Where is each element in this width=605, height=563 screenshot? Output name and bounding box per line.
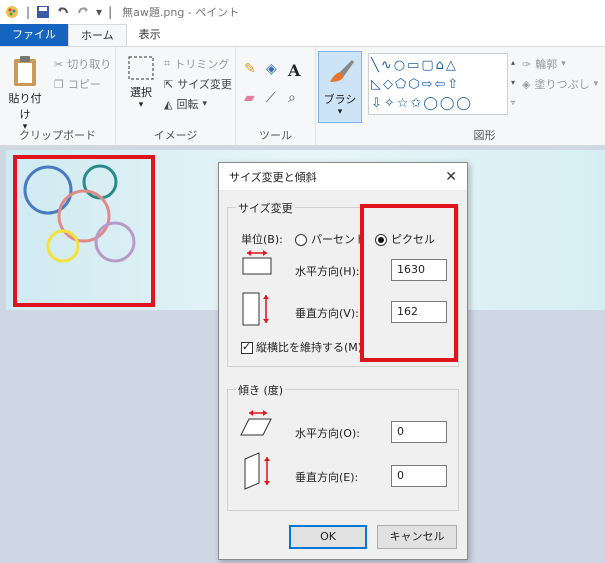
- tab-file[interactable]: ファイル: [0, 24, 68, 46]
- pencil-icon[interactable]: ✎: [244, 61, 266, 80]
- keep-aspect-label: 縦横比を維持する(M): [256, 341, 363, 354]
- clipboard-icon: [14, 56, 36, 86]
- shapes-row-1[interactable]: ╲∿○▭▢⌂△: [371, 56, 505, 75]
- ok-button[interactable]: OK: [289, 525, 367, 549]
- shapes-group: ╲∿○▭▢⌂△ ◺◇⬠⬡⇨⇦⇧ ⇩✧☆✩◯◯◯ ▴ ▾ ▿ ✑ 輪郭 ▾ ◈ 塗りつぶし ▾…: [364, 47, 605, 147]
- resize-button[interactable]: ⇱ サイズ変更: [164, 75, 232, 93]
- magnifier-icon[interactable]: ⌕: [288, 90, 310, 106]
- fill-label: 塗りつぶし: [534, 78, 590, 91]
- crop-label: トリミング: [174, 58, 230, 71]
- text-icon[interactable]: A: [288, 61, 310, 80]
- rotate-button[interactable]: ◭ 回転 ▾: [164, 95, 207, 113]
- outline-icon: ✑: [522, 57, 532, 71]
- clipboard-group-label: クリップボード: [19, 129, 96, 142]
- customize-qa-chevron-icon[interactable]: ▾: [96, 5, 102, 19]
- ribbon: 貼り付け ▾ ✂ 切り取り ❐ コピー クリップボード 選択 ▾ ⌗ トリミング ⇱ サ…: [0, 46, 605, 147]
- separator: |: [26, 5, 31, 19]
- fill-chevron-icon: ▾: [593, 79, 599, 89]
- resize-icon: ⇱: [164, 77, 174, 91]
- paste-button[interactable]: 貼り付け ▾: [6, 55, 44, 132]
- highlight-box-pixel-values: [360, 204, 458, 362]
- skew-fieldset: 傾き (度): [227, 382, 459, 511]
- undo-icon[interactable]: [56, 5, 70, 19]
- brush-label: ブラシ: [323, 93, 357, 106]
- shapes-row-2[interactable]: ◺◇⬠⬡⇨⇦⇧: [371, 75, 505, 94]
- skew-legend: 傾き (度): [236, 382, 286, 398]
- selection-rectangle-icon: [128, 56, 154, 80]
- vertical-skew-icon: [244, 452, 270, 490]
- percent-radio[interactable]: パーセント: [295, 231, 366, 247]
- clipboard-group: 貼り付け ▾ ✂ 切り取り ❐ コピー クリップボード: [0, 47, 116, 147]
- close-icon[interactable]: ✕: [445, 169, 457, 185]
- window-title: 無aw題.png - ペイント: [122, 6, 240, 19]
- select-button[interactable]: 選択 ▾: [124, 55, 158, 110]
- select-label: 選択: [130, 86, 152, 99]
- rotate-chevron-icon: ▾: [202, 99, 207, 109]
- select-chevron-icon[interactable]: ▾: [124, 100, 158, 110]
- copy-button[interactable]: ❐ コピー: [54, 75, 101, 93]
- tools-group-label: ツール: [259, 129, 292, 142]
- copy-icon: ❐: [54, 77, 64, 91]
- cancel-button[interactable]: キャンセル: [377, 525, 457, 549]
- fill-button[interactable]: ◈ 塗りつぶし ▾: [522, 75, 598, 93]
- crop-button[interactable]: ⌗ トリミング: [164, 55, 229, 73]
- tab-view[interactable]: 表示: [127, 24, 173, 46]
- brush-chevron-icon: ▾: [337, 107, 343, 117]
- tab-home[interactable]: ホーム: [68, 24, 127, 46]
- paint-app-icon: [6, 6, 18, 18]
- skew-vertical-input[interactable]: 0: [391, 465, 447, 487]
- skew-vertical-label: 垂直方向(E):: [295, 471, 359, 484]
- shapes-group-label: 図形: [473, 129, 496, 142]
- unit-label: 単位(B):: [241, 233, 283, 246]
- vertical-resize-icon: [242, 292, 269, 326]
- fill-icon: ◈: [522, 77, 531, 91]
- scissors-icon: ✂: [54, 57, 64, 71]
- outline-button[interactable]: ✑ 輪郭 ▾: [522, 55, 566, 73]
- vertical-label: 垂直方向(V):: [295, 307, 359, 320]
- horizontal-label: 水平方向(H):: [295, 265, 360, 278]
- percent-radio-circle[interactable]: [295, 234, 307, 246]
- eraser-icon[interactable]: ▰: [244, 90, 266, 106]
- keep-aspect-checkbox[interactable]: 縦横比を維持する(M): [241, 339, 362, 355]
- shapes-gallery: ╲∿○▭▢⌂△ ◺◇⬠⬡⇨⇦⇧ ⇩✧☆✩◯◯◯: [368, 53, 508, 115]
- resize-label: サイズ変更: [177, 78, 232, 91]
- ribbon-tabs: ファイル ホーム 表示: [0, 24, 605, 46]
- skew-horizontal-input[interactable]: 0: [391, 421, 447, 443]
- shapes-row-3[interactable]: ⇩✧☆✩◯◯◯: [371, 94, 505, 113]
- redo-icon[interactable]: [76, 5, 90, 19]
- dialog-title-bar: サイズ変更と傾斜 ✕: [219, 163, 467, 191]
- keep-aspect-check[interactable]: [241, 340, 253, 354]
- save-icon[interactable]: [36, 5, 50, 19]
- outline-label: 輪郭: [535, 58, 558, 71]
- brush-button[interactable]: ブラシ ▾: [318, 51, 362, 123]
- rotate-icon: ◭: [164, 97, 173, 111]
- rotate-label: 回転: [176, 98, 199, 111]
- resize-legend: サイズ変更: [236, 200, 295, 216]
- horizontal-resize-icon: [242, 250, 272, 275]
- shapes-scroll[interactable]: ▴ ▾ ▿: [508, 53, 518, 115]
- fill-bucket-icon[interactable]: ◈: [266, 61, 288, 80]
- paste-label: 貼り付け: [8, 92, 42, 121]
- copy-label: コピー: [67, 78, 101, 91]
- image-group: 選択 ▾ ⌗ トリミング ⇱ サイズ変更 ◭ 回転 ▾ イメージ: [116, 47, 236, 147]
- separator: |: [108, 5, 113, 19]
- title-bar: | ▾ | 無aw題.png - ペイント: [0, 0, 605, 24]
- horizontal-skew-icon: [240, 410, 272, 436]
- image-group-label: イメージ: [153, 129, 198, 142]
- cut-label: 切り取り: [67, 58, 112, 71]
- skew-horizontal-label: 水平方向(O):: [295, 427, 360, 440]
- color-picker-icon[interactable]: ⟋: [266, 90, 288, 106]
- outline-chevron-icon: ▾: [561, 59, 566, 69]
- highlight-box-image: [13, 155, 155, 307]
- brush-icon: [330, 60, 354, 82]
- percent-label: パーセント: [311, 233, 366, 246]
- tools-group: ✎ ◈ A ▰ ⟋ ⌕ ツール: [236, 47, 316, 147]
- quick-access-toolbar: | ▾ |: [4, 4, 112, 20]
- crop-icon: ⌗: [164, 57, 171, 70]
- cut-button[interactable]: ✂ 切り取り: [54, 55, 111, 73]
- dialog-title: サイズ変更と傾斜: [229, 170, 317, 184]
